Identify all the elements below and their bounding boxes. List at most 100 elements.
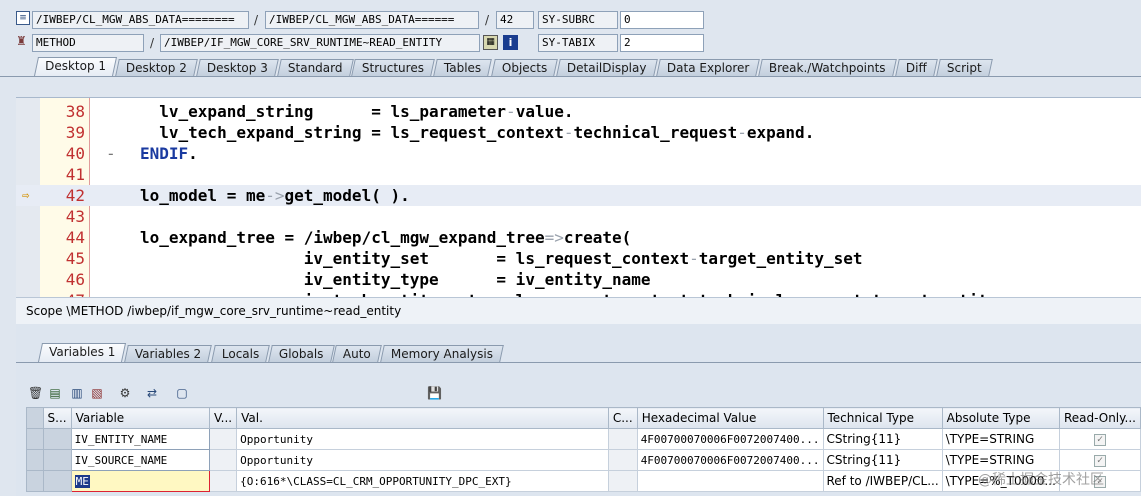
code-text: lv_tech_expand_string = ls_request_conte… <box>140 123 815 142</box>
separator: / <box>254 13 259 27</box>
line-field[interactable]: 42 <box>496 11 534 29</box>
export-icon[interactable]: ▧ <box>90 386 104 400</box>
change-cell[interactable] <box>607 470 638 492</box>
table-row[interactable]: ME {O:616*\CLASS=CL_CRM_OPPORTUNITY_DPC_E… <box>26 470 1141 492</box>
absolute-type-cell: \TYPE=STRING <box>941 428 1060 450</box>
code-line[interactable]: 46 iv_entity_type = iv_entity_name <box>16 269 1141 290</box>
column-header[interactable]: Read-Only... <box>1058 407 1141 429</box>
method-name-field[interactable]: /IWBEP/IF_MGW_CORE_SRV_RUNTIME~READ_ENTI… <box>160 34 480 52</box>
separator: / <box>485 13 490 27</box>
tab-desktop-10[interactable]: Diff <box>895 59 938 76</box>
tab-label: Standard <box>287 61 343 75</box>
tab-variables-2[interactable]: Locals <box>210 345 270 362</box>
tab-desktop-5[interactable]: Tables <box>433 59 493 76</box>
column-header[interactable]: Hexadecimal Value <box>636 407 824 429</box>
method-icon: ♜ <box>16 34 27 48</box>
technical-type-cell: CString{11} <box>822 449 943 471</box>
import-icon[interactable]: ▥ <box>70 386 84 400</box>
code-text: iv_tech_entity_set = ls_request_context-… <box>140 290 998 297</box>
code-line[interactable]: 42 ⇨ lo_model = me->get_model( ). <box>16 185 1141 206</box>
include-field[interactable]: /IWBEP/CL_MGW_ABS_DATA====== <box>265 11 479 29</box>
tab-variables-0[interactable]: Variables 1 <box>37 343 127 362</box>
value-cell[interactable]: Opportunity <box>236 449 609 471</box>
code-text: ENDIF. <box>140 144 198 163</box>
tab-label: Locals <box>221 347 259 361</box>
tab-desktop-9[interactable]: Break./Watchpoints <box>758 59 897 76</box>
table-row[interactable]: IV_ENTITY_NAME Opportunity 4F00700070006F0… <box>26 428 1141 450</box>
tab-desktop-6[interactable]: Objects <box>490 59 558 76</box>
tab-label: Variables 2 <box>135 347 202 361</box>
grid-icon[interactable]: ▦ <box>483 35 498 50</box>
tab-desktop-7[interactable]: DetailDisplay <box>556 59 658 76</box>
column-header[interactable]: Absolute Type <box>941 407 1060 429</box>
tab-desktop-8[interactable]: Data Explorer <box>655 59 760 76</box>
var-type-cell <box>208 470 238 492</box>
variable-name-input[interactable]: IV_ENTITY_NAME <box>70 428 211 450</box>
tab-label: Globals <box>278 347 324 361</box>
code-line[interactable]: 38 lv_expand_string = ls_parameter-value… <box>16 101 1141 122</box>
value-cell[interactable]: Opportunity <box>236 428 609 450</box>
tab-variables-3[interactable]: Globals <box>268 345 335 362</box>
code-line[interactable]: 43 <box>16 206 1141 227</box>
tab-variables-4[interactable]: Auto <box>332 345 383 362</box>
code-line[interactable]: 39 lv_tech_expand_string = ls_request_co… <box>16 122 1141 143</box>
hex-value-cell: 4F00700070006F0072007400... <box>636 428 824 450</box>
value-cell[interactable]: {O:616*\CLASS=CL_CRM_OPPORTUNITY_DPC_EXT… <box>236 470 609 492</box>
column-header[interactable]: C... <box>607 407 638 429</box>
read-only-cell: ✓ <box>1058 428 1141 450</box>
row-selector[interactable] <box>26 470 44 492</box>
detail-icon[interactable]: ▢ <box>175 386 189 400</box>
sysfield-value-1[interactable]: 0 <box>620 11 704 29</box>
change-cell[interactable] <box>607 449 638 471</box>
tab-desktop-11[interactable]: Script <box>935 59 993 76</box>
program-field[interactable]: /IWBEP/CL_MGW_ABS_DATA======== <box>32 11 249 29</box>
tab-desktop-3[interactable]: Standard <box>277 59 354 76</box>
column-header[interactable]: Variable <box>70 407 211 429</box>
row-selector[interactable] <box>26 428 44 450</box>
absolute-type-cell: \TYPE=STRING <box>941 449 1060 471</box>
code-line[interactable]: 41 <box>16 164 1141 185</box>
vtabs-baseline <box>16 362 1141 363</box>
variable-name-input[interactable]: ME <box>70 470 211 492</box>
code-text: lo_expand_tree = /iwbep/cl_mgw_expand_tr… <box>140 228 632 247</box>
tab-variables-1[interactable]: Variables 2 <box>124 345 213 362</box>
tab-label: Desktop 1 <box>45 59 107 73</box>
fold-marker: - <box>106 144 116 163</box>
tab-desktop-0[interactable]: Desktop 1 <box>33 57 117 76</box>
list-icon[interactable]: ▤ <box>48 386 62 400</box>
row-selector[interactable] <box>26 449 44 471</box>
tab-label: Objects <box>501 61 548 75</box>
corner-cell[interactable] <box>26 407 44 429</box>
code-line[interactable]: 40 - ENDIF. <box>16 143 1141 164</box>
var-type-cell <box>208 428 238 450</box>
transfer-icon[interactable]: ⇄ <box>145 386 159 400</box>
column-header[interactable]: Technical Type <box>822 407 943 429</box>
info-icon[interactable]: i <box>503 35 518 50</box>
tab-desktop-4[interactable]: Structures <box>351 59 436 76</box>
table-row[interactable]: IV_SOURCE_NAME Opportunity 4F00700070006F0… <box>26 449 1141 471</box>
save-icon[interactable]: 💾 <box>427 386 442 400</box>
code-text: iv_entity_set = ls_request_context-targe… <box>140 249 863 268</box>
tab-variables-5[interactable]: Memory Analysis <box>380 345 505 362</box>
tab-desktop-2[interactable]: Desktop 3 <box>196 59 279 76</box>
hierarchy-icon[interactable]: ⚙ <box>118 386 132 400</box>
code-line[interactable]: 47 iv_tech_entity_set = ls_request_conte… <box>16 290 1141 297</box>
column-header[interactable]: Val. <box>236 407 609 429</box>
code-line[interactable]: 44 lo_expand_tree = /iwbep/cl_mgw_expand_… <box>16 227 1141 248</box>
tabs-baseline <box>0 76 1141 77</box>
type-field[interactable]: METHOD <box>32 34 144 52</box>
status-cell <box>42 470 72 492</box>
change-cell[interactable] <box>607 428 638 450</box>
code-line[interactable]: 45 iv_entity_set = ls_request_context-ta… <box>16 248 1141 269</box>
code-text: lv_expand_string = ls_parameter-value. <box>140 102 574 121</box>
sysfield-value-2[interactable]: 2 <box>620 34 704 52</box>
delete-icon[interactable]: 🗑 <box>28 386 43 400</box>
column-header[interactable]: S... <box>42 407 72 429</box>
variable-name-input[interactable]: IV_SOURCE_NAME <box>70 449 211 471</box>
read-only-checkbox: ✓ <box>1093 434 1106 446</box>
code-editor[interactable]: 38 lv_expand_string = ls_parameter-value… <box>16 97 1141 297</box>
column-header[interactable]: V... <box>208 407 238 429</box>
line-number: 45 <box>65 249 85 268</box>
tab-label: Script <box>946 61 982 75</box>
tab-desktop-1[interactable]: Desktop 2 <box>115 59 198 76</box>
